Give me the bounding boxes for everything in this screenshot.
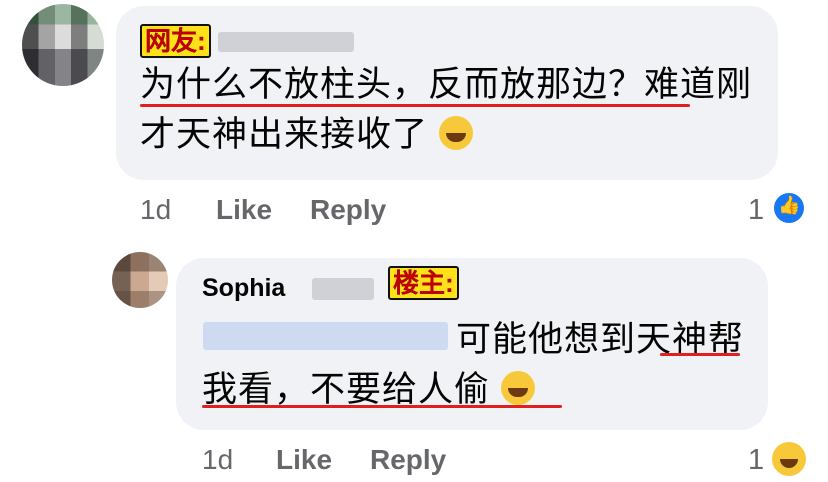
laughing-emoji-icon [438, 116, 473, 150]
reply-author-surname-redacted [312, 278, 374, 300]
commenter-name-redacted [218, 32, 354, 52]
reply-underline-2 [202, 405, 562, 408]
commenter-tag: 网友: [140, 24, 211, 58]
reply-reply-button[interactable]: Reply [370, 444, 446, 476]
comment-timestamp: 1d [140, 194, 172, 225]
commenter-avatar[interactable] [22, 4, 104, 86]
reply-like-button[interactable]: Like [276, 444, 332, 476]
haha-icon[interactable] [772, 442, 806, 476]
reply-text-content: 可能他想到天神帮我看，不要给人偷 [202, 320, 745, 409]
like-icon[interactable] [774, 193, 804, 223]
comment-text: 为什么不放柱头，反而放那边？难道刚才天神出来接收了 [140, 60, 760, 160]
reply-text: 可能他想到天神帮我看，不要给人偷 [202, 315, 762, 415]
laughing-emoji-icon [500, 371, 535, 405]
reply-timestamp: 1d [202, 444, 234, 475]
reaction-count[interactable]: 1 [748, 194, 764, 227]
reply-underline-1 [660, 353, 740, 356]
like-button[interactable]: Like [216, 194, 272, 226]
comment-underline-2 [458, 104, 690, 107]
reply-avatar[interactable] [112, 252, 168, 308]
reply-tag: 楼主: [388, 266, 459, 300]
reply-button[interactable]: Reply [310, 194, 386, 226]
reply-author[interactable]: Sophia [202, 274, 285, 303]
reply-reaction-count[interactable]: 1 [748, 444, 764, 477]
